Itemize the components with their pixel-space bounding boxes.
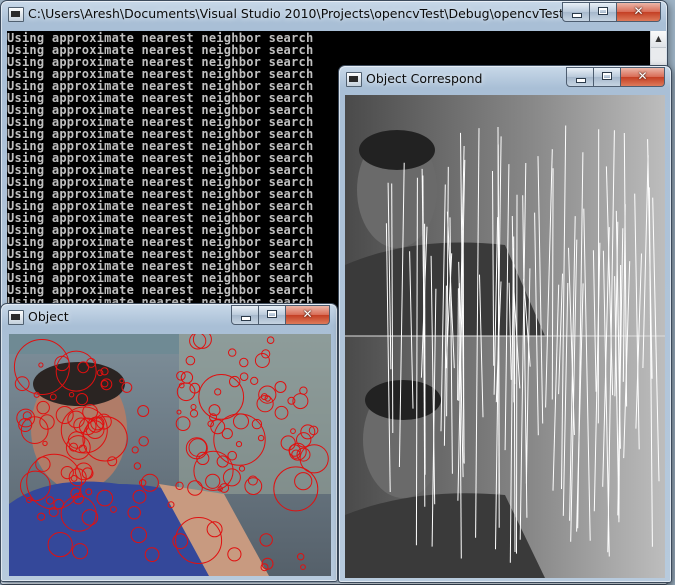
top-hair <box>359 130 435 170</box>
scroll-up-arrow-icon: ▲ <box>655 34 661 43</box>
console-titlebar[interactable]: C:\Users\Aresh\Documents\Visual Studio 2… <box>1 1 667 29</box>
correspond-window: Object Correspond ✕ <box>338 65 672 583</box>
curtain <box>179 334 331 494</box>
object-close-button[interactable]: ✕ <box>286 305 330 325</box>
maximize-icon <box>267 310 277 318</box>
console-app-icon <box>8 7 24 22</box>
close-button[interactable]: ✕ <box>617 2 661 22</box>
minimize-icon <box>241 316 251 321</box>
object-window-title: Object <box>28 309 69 324</box>
correspond-minimize-button[interactable] <box>566 67 594 87</box>
close-icon: ✕ <box>621 68 664 85</box>
wall <box>9 334 179 354</box>
minimize-icon <box>576 78 586 83</box>
correspondence-canvas <box>345 95 665 578</box>
hair <box>33 362 125 406</box>
match-line <box>425 224 426 475</box>
match-line <box>517 195 518 554</box>
bottom-hair <box>365 380 441 420</box>
scroll-up-button[interactable]: ▲ <box>651 31 666 48</box>
close-icon: ✕ <box>617 3 660 20</box>
object-maximize-button[interactable] <box>259 305 286 325</box>
correspond-titlebar[interactable]: Object Correspond ✕ <box>339 66 671 94</box>
correspond-window-icon <box>346 72 362 87</box>
correspond-window-title: Object Correspond <box>366 71 483 86</box>
object-titlebar[interactable]: Object ✕ <box>1 304 337 332</box>
object-image-canvas <box>9 334 331 576</box>
maximize-button[interactable] <box>590 2 617 22</box>
correspond-maximize-button[interactable] <box>594 67 621 87</box>
object-window-icon <box>8 310 24 325</box>
minimize-button[interactable] <box>562 2 590 22</box>
object-window-controls: ✕ <box>231 305 330 324</box>
object-keypoints-image <box>9 334 331 576</box>
object-window: Object ✕ <box>0 303 338 582</box>
console-window-controls: ✕ <box>562 2 661 21</box>
close-icon: ✕ <box>286 306 329 323</box>
console-title: C:\Users\Aresh\Documents\Visual Studio 2… <box>28 6 590 21</box>
correspond-window-controls: ✕ <box>566 67 665 86</box>
object-minimize-button[interactable] <box>231 305 259 325</box>
maximize-icon <box>598 7 608 15</box>
correspond-close-button[interactable]: ✕ <box>621 67 665 87</box>
minimize-icon <box>572 13 582 18</box>
maximize-icon <box>602 72 612 80</box>
correspondence-image <box>345 95 665 578</box>
